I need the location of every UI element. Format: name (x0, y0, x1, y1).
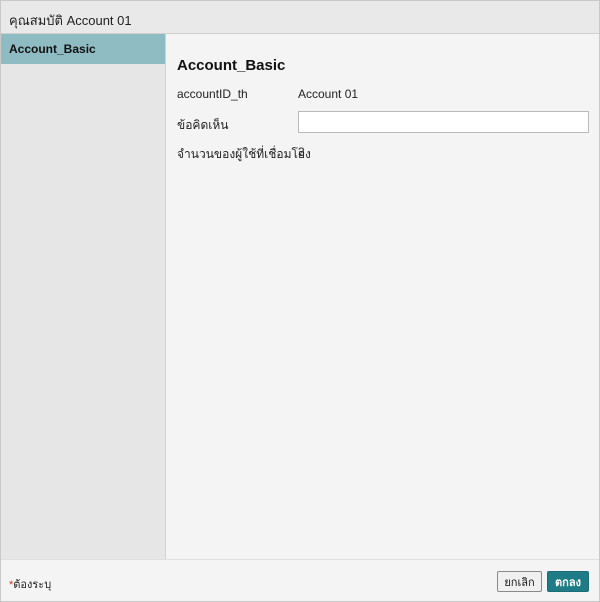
properties-dialog: คุณสมบัติ Account 01 Account_Basic Accou… (0, 0, 600, 602)
account-id-label: accountID_th (177, 87, 248, 101)
required-text: ต้องระบุ (13, 579, 52, 591)
linked-users-label: จำนวนของผู้ใช้ที่เชื่อมโยง (177, 147, 311, 161)
content-panel: Account_Basic accountID_th Account 01 ข้… (167, 34, 599, 559)
dialog-footer: *ต้องระบุ ยกเลิก ตกลง (1, 559, 599, 601)
account-id-value: Account 01 (298, 87, 359, 101)
comment-input[interactable] (298, 111, 589, 133)
required-note: *ต้องระบุ (9, 575, 51, 593)
dialog-titlebar: คุณสมบัติ Account 01 (1, 1, 599, 34)
sidebar-item-account-basic[interactable]: Account_Basic (1, 34, 165, 64)
dialog-title: คุณสมบัติ Account 01 (9, 13, 132, 28)
ok-button[interactable]: ตกลง (547, 571, 589, 592)
sidebar-item-label: Account_Basic (9, 42, 96, 56)
section-title: Account_Basic (177, 57, 286, 74)
comment-label: ข้อคิดเห็น (177, 118, 229, 132)
linked-users-value: 3 (298, 145, 305, 159)
sidebar: Account_Basic (1, 34, 166, 559)
cancel-button[interactable]: ยกเลิก (497, 571, 542, 592)
